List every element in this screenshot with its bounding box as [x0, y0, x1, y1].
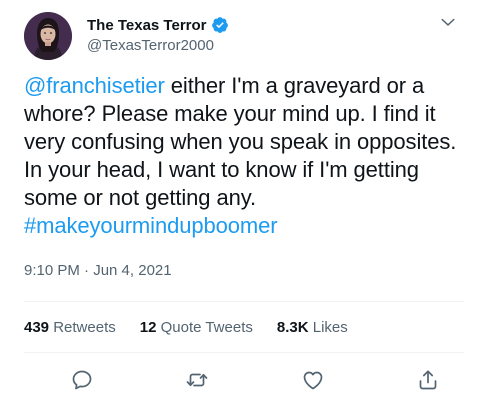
likes-stat[interactable]: 8.3K Likes [277, 319, 348, 336]
author-info: The Texas Terror @TexasTerror2000 [87, 15, 229, 54]
chevron-down-icon[interactable] [438, 12, 458, 32]
author-handle[interactable]: @TexasTerror2000 [87, 37, 229, 54]
action-bar [70, 368, 440, 392]
tweet-text: @franchisetier either I'm a graveyard or… [24, 72, 468, 240]
hashtag-link[interactable]: #makeyourmindupboomer [24, 213, 278, 238]
display-name-row: The Texas Terror [87, 15, 229, 35]
tweet-header: The Texas Terror @TexasTerror2000 [24, 12, 464, 60]
divider [24, 352, 464, 353]
reply-icon[interactable] [70, 368, 94, 392]
engagement-stats: 439 Retweets 12 Quote Tweets 8.3K Likes [24, 319, 372, 336]
divider [24, 301, 464, 302]
likes-label: Likes [312, 319, 348, 336]
avatar[interactable] [24, 12, 72, 60]
likes-count: 8.3K [276, 319, 309, 336]
retweets-count: 439 [24, 319, 50, 336]
retweet-icon[interactable] [185, 368, 209, 392]
share-icon[interactable] [416, 368, 440, 392]
verified-badge-icon [211, 17, 228, 33]
tweet-card: The Texas Terror @TexasTerror2000 @franc… [0, 0, 480, 405]
quote-tweets-count: 12 [139, 319, 157, 336]
retweets-label: Retweets [53, 319, 116, 336]
like-icon[interactable] [301, 368, 325, 392]
retweets-stat[interactable]: 439 Retweets [24, 319, 116, 336]
quote-tweets-stat[interactable]: 12 Quote Tweets [140, 319, 253, 336]
mention-link[interactable]: @franchisetier [24, 73, 165, 98]
tweet-timestamp[interactable]: 9:10 PM · Jun 4, 2021 [24, 262, 172, 279]
quote-tweets-label: Quote Tweets [160, 319, 253, 336]
display-name[interactable]: The Texas Terror [87, 17, 207, 34]
user-avatar-icon [24, 12, 72, 60]
